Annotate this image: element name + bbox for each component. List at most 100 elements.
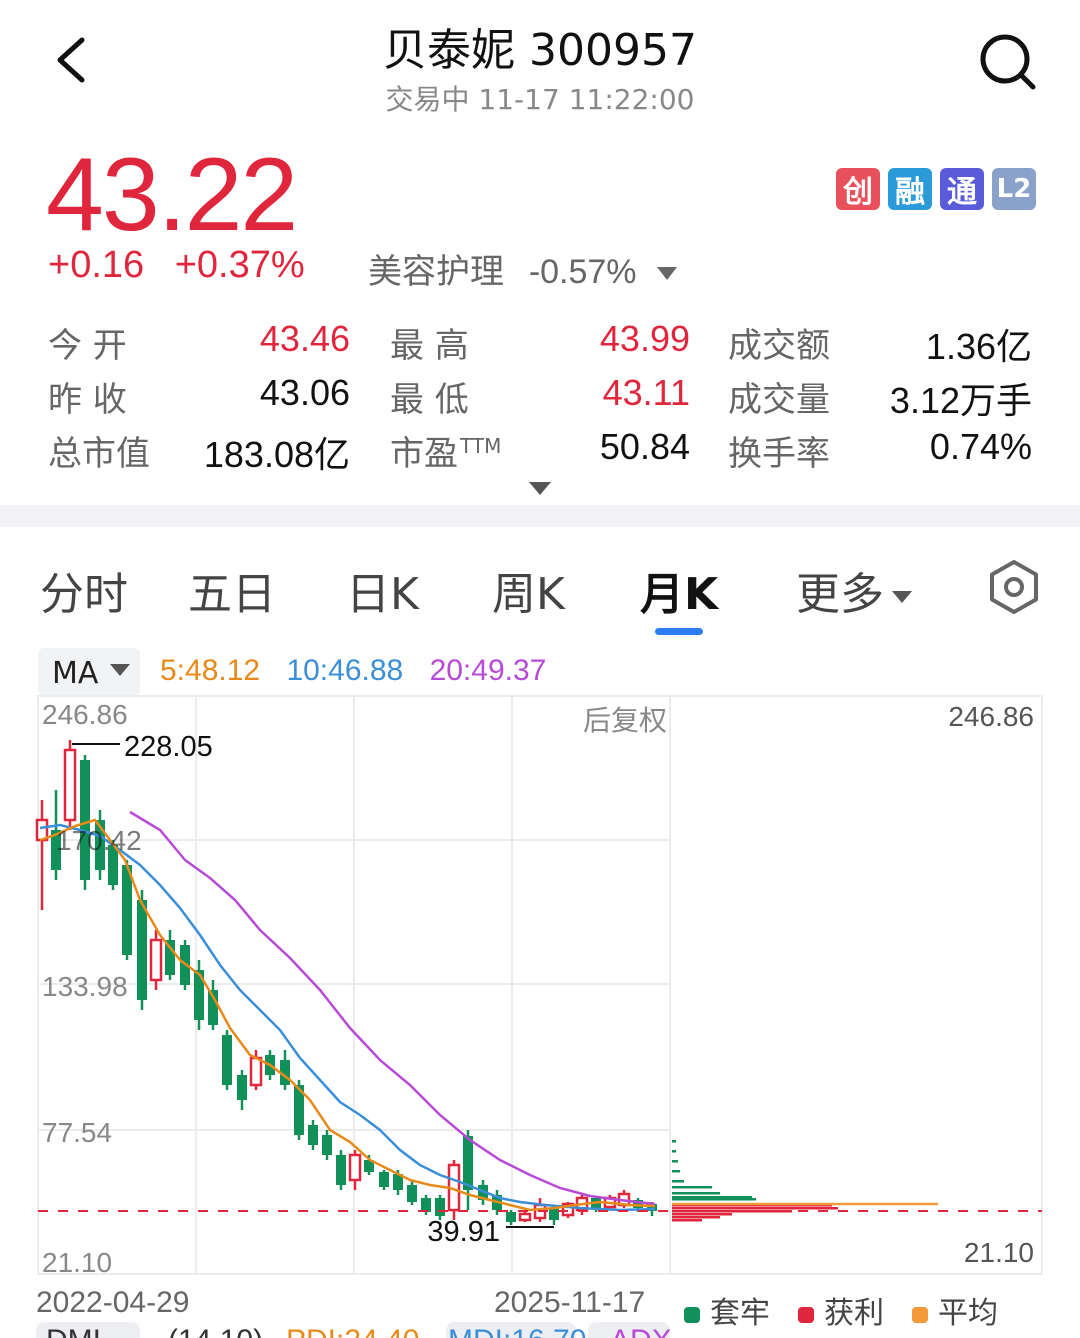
ma10-value: 10:46.88 [286, 654, 404, 687]
candle-body [237, 1075, 247, 1100]
chart-tabs: 分时 五日 日K 周K 月K 更多 [0, 548, 1080, 638]
tab-weekly-k[interactable]: 周K [492, 558, 565, 622]
badge-tong[interactable]: 通 [940, 168, 984, 210]
ma5-line [39, 818, 656, 1212]
pe-value: 50.84 [599, 426, 690, 467]
change-amount: +0.16 [48, 244, 145, 286]
tab-daily-k[interactable]: 日K [346, 558, 419, 622]
chip-bar [672, 1140, 676, 1143]
indicator-dmi: DMI [46, 1324, 101, 1338]
market-badges: 创 融 通 L2 [836, 168, 1036, 210]
y-label-top-left: 246.86 [42, 699, 128, 730]
candle-body [435, 1198, 445, 1216]
chip-bar [672, 1170, 680, 1173]
legend-trapped-swatch [684, 1306, 700, 1323]
candle-body [518, 1212, 532, 1222]
chip-bar [672, 1219, 702, 1222]
badge-rong[interactable]: 融 [888, 168, 932, 210]
min-marker-label: 39.91 [427, 1216, 500, 1248]
chip-bar [672, 1180, 684, 1183]
badge-l2[interactable]: L2 [992, 168, 1036, 210]
stats-row-3: 总市值 183.08亿 市盈 TTM 50.84 换手率 0.74% [48, 426, 1032, 480]
indicator-select[interactable]: MA [38, 648, 140, 696]
tab-intraday[interactable]: 分时 [40, 558, 128, 622]
chip-bar [672, 1198, 756, 1201]
open-value: 43.46 [259, 318, 350, 359]
max-marker-label: 228.05 [124, 731, 213, 763]
chip-distribution [672, 1140, 838, 1222]
candle-body [80, 760, 90, 880]
candle-body [122, 865, 132, 955]
kline-chart[interactable]: 246.86 246.86 133.98 77.54 21.10 21.10 后… [0, 690, 1080, 1290]
mktcap-value: 183.08亿 [203, 434, 350, 475]
expand-stats-icon[interactable] [529, 482, 551, 495]
search-icon [980, 34, 1036, 90]
chip-bar [672, 1216, 720, 1219]
tab-more[interactable]: 更多 [796, 558, 912, 622]
indicator-mdi: MDI:16.70 [448, 1324, 586, 1338]
indicator-row: DMI (14,10) PDI:24.40 MDI:16.70 ADX [36, 1322, 1080, 1338]
low-value: 43.11 [602, 372, 690, 413]
caret-down-icon [892, 591, 912, 603]
candle-body [137, 900, 147, 1000]
candle-body [348, 1153, 362, 1182]
chip-bar [672, 1192, 720, 1195]
ma20-value: 20:49.37 [429, 654, 547, 687]
high-value: 43.99 [599, 318, 690, 359]
caret-down-icon [110, 664, 130, 676]
kline-chart-area[interactable]: 246.86 246.86 133.98 77.54 21.10 21.10 后… [0, 690, 1080, 1290]
cursor-marker-label: 170.42 [56, 825, 142, 856]
pe-label-text: 市盈 [390, 434, 458, 474]
min-marker: 39.91 [427, 1216, 554, 1248]
chart-settings-button[interactable] [985, 558, 1043, 616]
candle-body [379, 1172, 389, 1187]
turnover-value: 0.74% [929, 426, 1032, 467]
amount-value: 1.36亿 [925, 326, 1032, 367]
mktcap-label: 总市值 [48, 434, 150, 474]
tab-more-label: 更多 [796, 569, 884, 620]
amount-label: 成交额 [728, 326, 830, 366]
search-button[interactable] [976, 30, 1040, 94]
candle-body [421, 1198, 431, 1212]
adjust-label[interactable]: 后复权 [583, 705, 667, 736]
indicator-pdi: PDI:24.40 [286, 1324, 419, 1338]
chip-bar [672, 1210, 792, 1213]
chart-start-date: 2022-04-29 [36, 1286, 190, 1319]
volume-label: 成交量 [728, 380, 830, 420]
candle-body [249, 1056, 263, 1087]
change-percent: +0.37% [174, 244, 305, 286]
chip-bar [672, 1186, 712, 1189]
pe-ttm-sup: TTM [460, 433, 502, 458]
quote-stats: 今 开 43.46 最 高 43.99 成交额 1.36亿 昨 收 43.06 … [48, 318, 1032, 480]
candle-body [63, 748, 77, 822]
prev-close-value: 43.06 [259, 372, 350, 413]
y-label-mid1: 133.98 [42, 971, 128, 1002]
candle-body [222, 1035, 232, 1085]
badge-chuang[interactable]: 创 [836, 168, 880, 210]
legend-profit-swatch [798, 1306, 814, 1323]
candle-body [308, 1125, 318, 1145]
turnover-label: 换手率 [728, 434, 830, 474]
chip-bar [672, 1213, 732, 1216]
current-price: 43.22 [46, 137, 298, 253]
price-change: +0.16 +0.37% [48, 244, 325, 287]
max-marker: 228.05 [72, 731, 213, 763]
candle-body [463, 1136, 473, 1190]
tab-five-day[interactable]: 五日 [188, 558, 276, 622]
prev-close-label: 昨 收 [48, 380, 127, 420]
page-title: 贝泰妮 300957 [383, 25, 697, 76]
low-label: 最 低 [390, 380, 469, 420]
y-label-bottom-right: 21.10 [964, 1237, 1034, 1268]
chip-bar [672, 1207, 838, 1210]
open-label: 今 开 [48, 326, 127, 366]
tab-monthly-k[interactable]: 月K [640, 558, 718, 622]
indicator-adx: ADX [610, 1324, 672, 1338]
chip-bar [672, 1160, 678, 1163]
industry-change: -0.57% [528, 253, 637, 291]
industry-selector[interactable]: 美容护理 -0.57% [368, 244, 678, 293]
ma-values: 5:48.12 10:46.88 20:49.37 [160, 654, 564, 688]
indicator-params: (14,10) [168, 1324, 263, 1338]
chip-bar [672, 1150, 676, 1153]
trading-status: 交易中 11-17 11:22:00 [385, 83, 695, 116]
y-label-top-right: 246.86 [948, 701, 1034, 732]
